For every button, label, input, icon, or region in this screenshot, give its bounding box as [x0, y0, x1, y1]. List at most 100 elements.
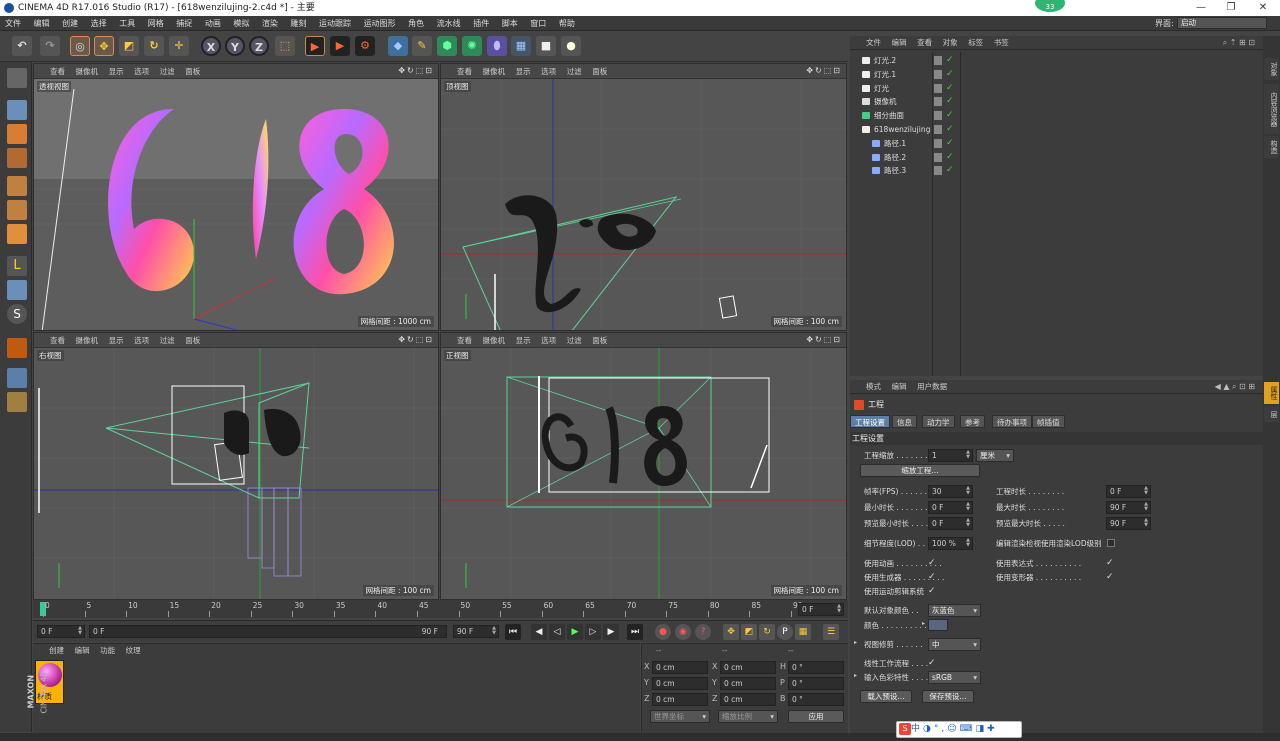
default-color-select[interactable]: 灰蓝色: [928, 604, 981, 617]
am-nav-icons[interactable]: ◀ ▲ ⌕ ⊡ ⊞: [1211, 380, 1259, 394]
size-mode-select[interactable]: 缩放比例: [718, 710, 778, 723]
x-axis-button[interactable]: X: [201, 36, 221, 56]
coordinate-space-select[interactable]: 世界坐标: [650, 710, 710, 723]
visibility-toggle-icon[interactable]: [934, 56, 942, 65]
use-expressions-checkbox[interactable]: ✓: [1106, 557, 1114, 570]
enable-check-icon[interactable]: ✓: [946, 54, 954, 67]
enable-check-icon[interactable]: ✓: [946, 82, 954, 95]
load-preset-button[interactable]: 载入预设...: [860, 690, 912, 703]
menu-item[interactable]: 雕刻: [285, 16, 311, 31]
viewport-right[interactable]: 查看 摄像机 显示 选项 过滤 面板 ✥↻⬚⊡ 右视图 网格间距 : 100 c…: [33, 332, 439, 600]
tab-structure[interactable]: 构造: [1264, 136, 1279, 158]
ime-tools-icons[interactable]: ◑°,☺⌨◨✚: [923, 724, 998, 734]
menu-item[interactable]: 窗口: [525, 16, 551, 31]
pos-z-field[interactable]: 0 cm: [652, 693, 708, 706]
enable-check-icon[interactable]: ✓: [946, 164, 954, 177]
menu-item[interactable]: 帮助: [554, 16, 580, 31]
record-keys-icon[interactable]: ●: [655, 624, 671, 640]
undo-icon[interactable]: ↶: [12, 36, 32, 56]
viewport-menu-display[interactable]: 显示: [105, 333, 128, 348]
keyframe-selection-icon[interactable]: ?: [695, 624, 711, 640]
visibility-toggle-icon[interactable]: [934, 166, 942, 176]
input-color-select[interactable]: sRGB: [928, 671, 981, 684]
object-row[interactable]: 618wenzilujing ✓: [850, 123, 1263, 136]
play-icon[interactable]: ▶: [567, 624, 583, 640]
polygons-mode-icon[interactable]: [7, 224, 27, 244]
workplane-lock-icon[interactable]: [7, 368, 27, 388]
restore-button[interactable]: ❐: [1216, 0, 1246, 16]
camera-icon[interactable]: ■: [536, 36, 556, 56]
viewport-menu-view[interactable]: 查看: [34, 333, 69, 348]
snapping-icon[interactable]: S: [7, 304, 27, 324]
tab-todo[interactable]: 待办事项: [992, 415, 1032, 428]
project-time-field[interactable]: 0 F ▲ ▼: [1106, 485, 1151, 498]
menu-item[interactable]: 文件: [0, 16, 26, 31]
use-deformers-checkbox[interactable]: ✓: [1106, 571, 1114, 584]
enable-check-icon[interactable]: ✓: [946, 68, 954, 81]
pos-y-field[interactable]: 0 cm: [652, 677, 708, 690]
material-menu-texture[interactable]: 纹理: [122, 644, 145, 658]
viewport-menu-view[interactable]: 查看: [441, 333, 476, 348]
menu-item[interactable]: 流水线: [432, 16, 466, 31]
viewport-menu-camera[interactable]: 摄像机: [479, 333, 510, 348]
use-animation-checkbox[interactable]: ✓: [928, 557, 936, 570]
viewport-menu-options[interactable]: 选项: [130, 333, 153, 348]
viewport-nav-icons[interactable]: ✥↻⬚⊡: [398, 66, 434, 75]
layout-select[interactable]: 启动: [1177, 17, 1267, 29]
min-time-field[interactable]: 0 F ▲ ▼: [928, 501, 973, 514]
tab-objects[interactable]: 对象: [1264, 58, 1279, 80]
redo-icon[interactable]: ↷: [40, 36, 60, 56]
tab-project-settings[interactable]: 工程设置: [850, 415, 890, 428]
om-menu-objects[interactable]: 对象: [939, 36, 962, 50]
size-y-field[interactable]: 0 cm: [720, 677, 776, 690]
viewport-menu-options[interactable]: 选项: [537, 333, 560, 348]
viewport-nav-icons[interactable]: ✥↻⬚⊡: [806, 66, 842, 75]
expand-arrow-icon[interactable]: ▸: [854, 639, 857, 646]
floor-icon[interactable]: ▦: [511, 36, 531, 56]
pos-x-field[interactable]: 0 cm: [652, 661, 708, 674]
viewport-menu-display[interactable]: 显示: [105, 64, 128, 79]
go-to-end-icon[interactable]: ⏭: [627, 624, 643, 640]
color-swatch[interactable]: [928, 619, 948, 631]
menu-item[interactable]: 网格: [143, 16, 169, 31]
viewport-menu-options[interactable]: 选项: [130, 64, 153, 79]
apply-button[interactable]: 应用: [788, 710, 844, 723]
ime-toolbar[interactable]: S 中◑°,☺⌨◨✚: [896, 721, 1022, 738]
om-menu-file[interactable]: 文件: [862, 36, 885, 50]
max-time-field[interactable]: 90 F ▲ ▼: [1106, 501, 1151, 514]
key-position-icon[interactable]: ✥: [723, 624, 739, 640]
visibility-toggle-icon[interactable]: [934, 152, 942, 162]
lod-field[interactable]: 100 % ▲ ▼: [928, 537, 973, 550]
view-clipping-select[interactable]: 中: [928, 638, 981, 651]
menu-item[interactable]: 运动图形: [359, 16, 401, 31]
notification-badge[interactable]: 33: [1035, 0, 1065, 12]
tab-referencing[interactable]: 参考: [960, 415, 985, 428]
edges-mode-icon[interactable]: [7, 200, 27, 220]
next-key-icon[interactable]: ▶: [603, 624, 619, 640]
object-row[interactable]: 路径.1 ✓: [850, 137, 1263, 150]
linear-workflow-checkbox[interactable]: ✓: [928, 657, 936, 670]
render-picture-viewer-icon[interactable]: ▶: [330, 36, 350, 56]
texture-mode-icon[interactable]: [7, 124, 27, 144]
menu-item[interactable]: 选择: [86, 16, 112, 31]
rot-h-field[interactable]: 0 °: [788, 661, 844, 674]
cube-icon[interactable]: ◆: [388, 36, 408, 56]
go-to-start-icon[interactable]: ⏮: [505, 624, 521, 640]
project-scale-field[interactable]: 1 ▲ ▼: [928, 449, 973, 462]
close-button[interactable]: ✕: [1248, 0, 1278, 16]
object-row[interactable]: 路径.3 ✓: [850, 164, 1263, 177]
make-editable-icon[interactable]: [7, 68, 27, 88]
scale-project-button[interactable]: 缩放工程...: [860, 464, 980, 477]
enable-check-icon[interactable]: ✓: [946, 151, 954, 164]
om-menu-bookmarks[interactable]: 书签: [990, 36, 1013, 50]
am-menu-edit[interactable]: 编辑: [888, 380, 911, 394]
visibility-toggle-icon[interactable]: [934, 69, 942, 79]
am-menu-mode[interactable]: 模式: [862, 380, 885, 394]
viewport-menu-camera[interactable]: 摄像机: [479, 64, 510, 79]
autokey-icon[interactable]: ◉: [675, 624, 691, 640]
tab-layers[interactable]: 层: [1264, 406, 1279, 422]
viewport-top[interactable]: 查看 摄像机 显示 选项 过滤 面板 ✥↻⬚⊡ 顶视图 网格间距 : 100 c…: [440, 63, 847, 331]
enable-check-icon[interactable]: ✓: [946, 137, 954, 150]
light-icon[interactable]: ●: [561, 36, 581, 56]
preview-max-field[interactable]: 90 F ▲ ▼: [1106, 517, 1151, 530]
